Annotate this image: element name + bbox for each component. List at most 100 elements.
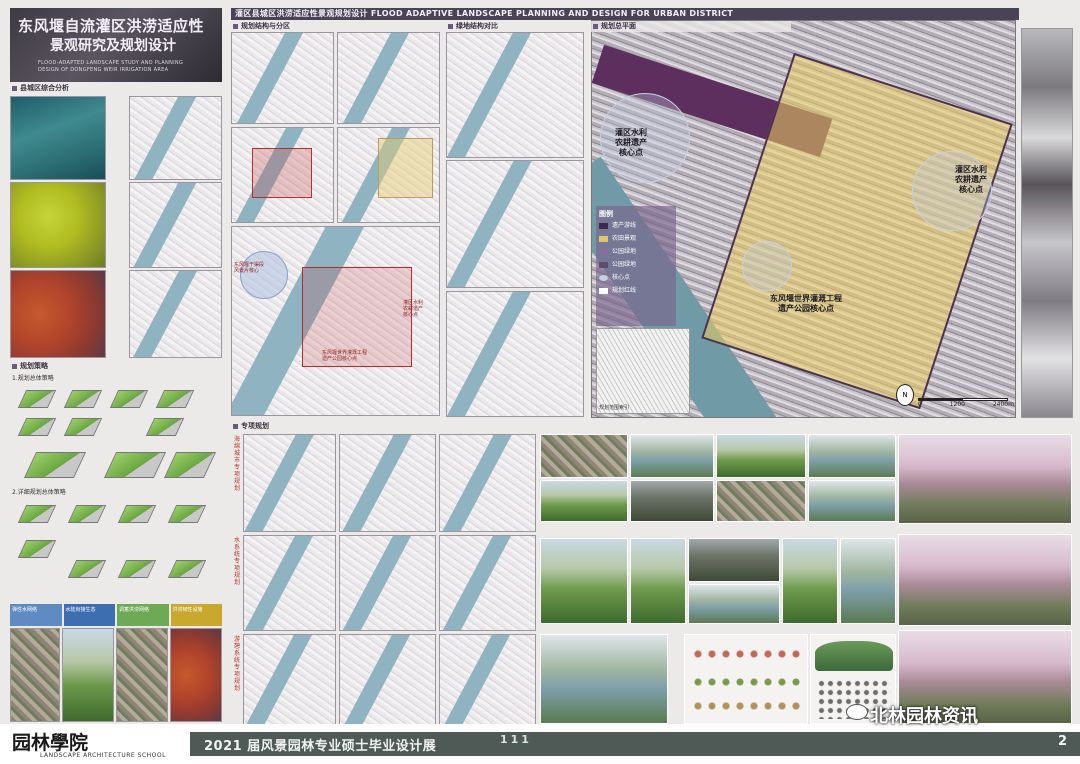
strategy-aerial-4	[170, 628, 222, 722]
strategy-iso-6	[63, 418, 103, 436]
legend-row: 公园绿地	[599, 258, 673, 271]
plant-palette	[684, 634, 808, 724]
section-special-planning: 专项规划	[231, 421, 531, 432]
legend-swatch	[599, 235, 608, 242]
strategy-iso-17	[117, 560, 157, 578]
photo-aerial-2	[716, 480, 806, 522]
special-vertical-1: 海绵城市专项规划	[233, 436, 240, 492]
title-line-2: 景观研究及规划设计	[50, 38, 176, 54]
legend-swatch	[599, 222, 608, 229]
scale-tick: 2400m	[992, 401, 1014, 408]
special-vertical-3: 游憩系统专项规划	[233, 636, 240, 692]
green-map-3	[446, 291, 584, 417]
special-map-5	[339, 535, 436, 631]
legend-swatch	[599, 248, 608, 255]
legend-swatch	[599, 287, 608, 294]
analysis-map-water	[129, 182, 222, 268]
legend-row: 核心点	[599, 271, 673, 284]
section-county-analysis: 县城区综合分析	[10, 83, 222, 94]
legend-label: 公园绿地	[612, 261, 637, 268]
watermark-brand: 北林园林资讯	[870, 706, 978, 727]
photo-river-3	[808, 480, 896, 522]
legend-row: 遗产游线	[599, 219, 673, 232]
photo-wetland	[688, 584, 780, 624]
legend-label: 遗产游线	[612, 222, 637, 229]
special-map-4	[243, 535, 336, 631]
special-vertical-2: 水系统专项规划	[233, 537, 240, 586]
strategy-iso-15	[17, 540, 57, 558]
special-map-1	[243, 434, 336, 532]
legend-swatch	[599, 274, 608, 281]
structure-label-right: 灌区水利 农耕遗产 核心点	[403, 300, 424, 318]
scale-tick: 1200	[949, 401, 965, 408]
green-map-1	[446, 32, 584, 158]
photo-green-1	[540, 480, 628, 522]
photo-canal-4	[840, 538, 896, 624]
special-map-6	[439, 535, 536, 631]
legend-swatch	[599, 261, 608, 268]
strategy-iso-16	[67, 560, 107, 578]
section-master-plan: 规划总平面	[591, 21, 791, 32]
inset-caption: 规划范围索引	[599, 405, 630, 411]
master-legend: 图例 遗产游线 农田景观 公园绿地 公园绿地 核心点 规划红线	[596, 206, 676, 326]
school-logo: 园林學院	[12, 732, 89, 754]
strategy-aerial-2	[62, 628, 114, 722]
legend-row: 农田景观	[599, 232, 673, 245]
section-structure-zoning: 规划结构与分区	[231, 21, 441, 32]
title-english-2: DESIGN OF DONGFENG WEIR IRRIGATION AREA	[38, 67, 169, 73]
legend-label: 核心点	[612, 274, 631, 281]
photo-river-2	[808, 434, 896, 478]
poster-board: 东风堰自流灌区洪涝适应性 景观研究及规划设计 FLOOD-ADAPTED LAN…	[0, 0, 1080, 764]
analysis-map-risk	[10, 270, 106, 358]
strategy-item-1: 1.规划总体策略	[12, 375, 54, 382]
photo-dark-1	[630, 480, 714, 522]
analysis-map-terrain	[10, 96, 106, 180]
photo-green-2	[716, 434, 806, 478]
poster-title-box: 东风堰自流灌区洪涝适应性 景观研究及规划设计 FLOOD-ADAPTED LAN…	[10, 8, 222, 82]
analysis-map-roads	[129, 96, 222, 180]
special-map-2	[339, 434, 436, 532]
photo-blossom-path	[898, 434, 1072, 524]
master-index-inset: 规划范围索引	[596, 328, 690, 414]
photo-riverbank-render	[540, 634, 668, 724]
section-planning-strategy: 规划策略	[10, 361, 222, 372]
wechat-icon	[846, 704, 868, 720]
strategy-item-2: 2.详细规划总体策略	[12, 489, 66, 496]
structure-map-1	[231, 32, 334, 124]
legend-title: 图例	[599, 210, 613, 218]
title-line-1: 东风堰自流灌区洪涝适应性	[18, 17, 205, 35]
north-arrow-icon: N	[896, 384, 914, 406]
scale-tick: 0	[918, 401, 922, 408]
strategy-iso-8	[23, 452, 87, 478]
structure-label-left: 东风堰干渠段 风景片核心	[234, 262, 265, 274]
strategy-iso-1	[17, 390, 57, 408]
structure-label-center: 东风堰世界灌溉工程 遗产公园核心点	[322, 350, 368, 362]
footer-stripes: 111	[500, 733, 532, 746]
strategy-iso-2	[63, 390, 103, 408]
green-map-2	[446, 160, 584, 288]
photo-river-1	[630, 434, 714, 478]
scale-bar-ticks: 0 1200 2400m	[918, 401, 1014, 408]
legend-row: 公园绿地	[599, 245, 673, 258]
plant-icons-row-3	[691, 699, 803, 713]
photo-riverside-walk	[898, 534, 1072, 626]
footer: 园林學院 LANDSCAPE ARCHITECTURE SCHOOL 2021 …	[0, 704, 1080, 764]
structure-map-2	[337, 32, 440, 124]
special-map-7	[243, 634, 336, 726]
strategy-iso-7	[145, 418, 185, 436]
section-green-comparison: 绿地结构对比	[446, 21, 586, 32]
master-label-west: 灌区水利 农耕遗产 核心点	[615, 128, 647, 157]
title-english-1: FLOOD-ADAPTED LANDSCAPE STUDY AND PLANNI…	[38, 60, 184, 66]
scale-bar: 0 1200 2400m	[918, 398, 1014, 408]
strategy-card-1: 弹性水网络	[10, 604, 62, 626]
strategy-iso-14	[167, 505, 207, 523]
photo-aerial-1	[540, 434, 628, 478]
analysis-map-landuse	[10, 182, 106, 268]
strategy-iso-5	[17, 418, 57, 436]
strategy-card-3: 调蓄洪涝网络	[117, 604, 169, 626]
header-band: 灌区县城区洪涝适应性景观规划设计 FLOOD ADAPTIVE LANDSCAP…	[231, 8, 1019, 20]
strategy-iso-11	[17, 505, 57, 523]
legend-label: 农田景观	[612, 235, 637, 242]
structure-map-main	[231, 226, 440, 416]
strategy-aerial-1	[10, 628, 60, 722]
